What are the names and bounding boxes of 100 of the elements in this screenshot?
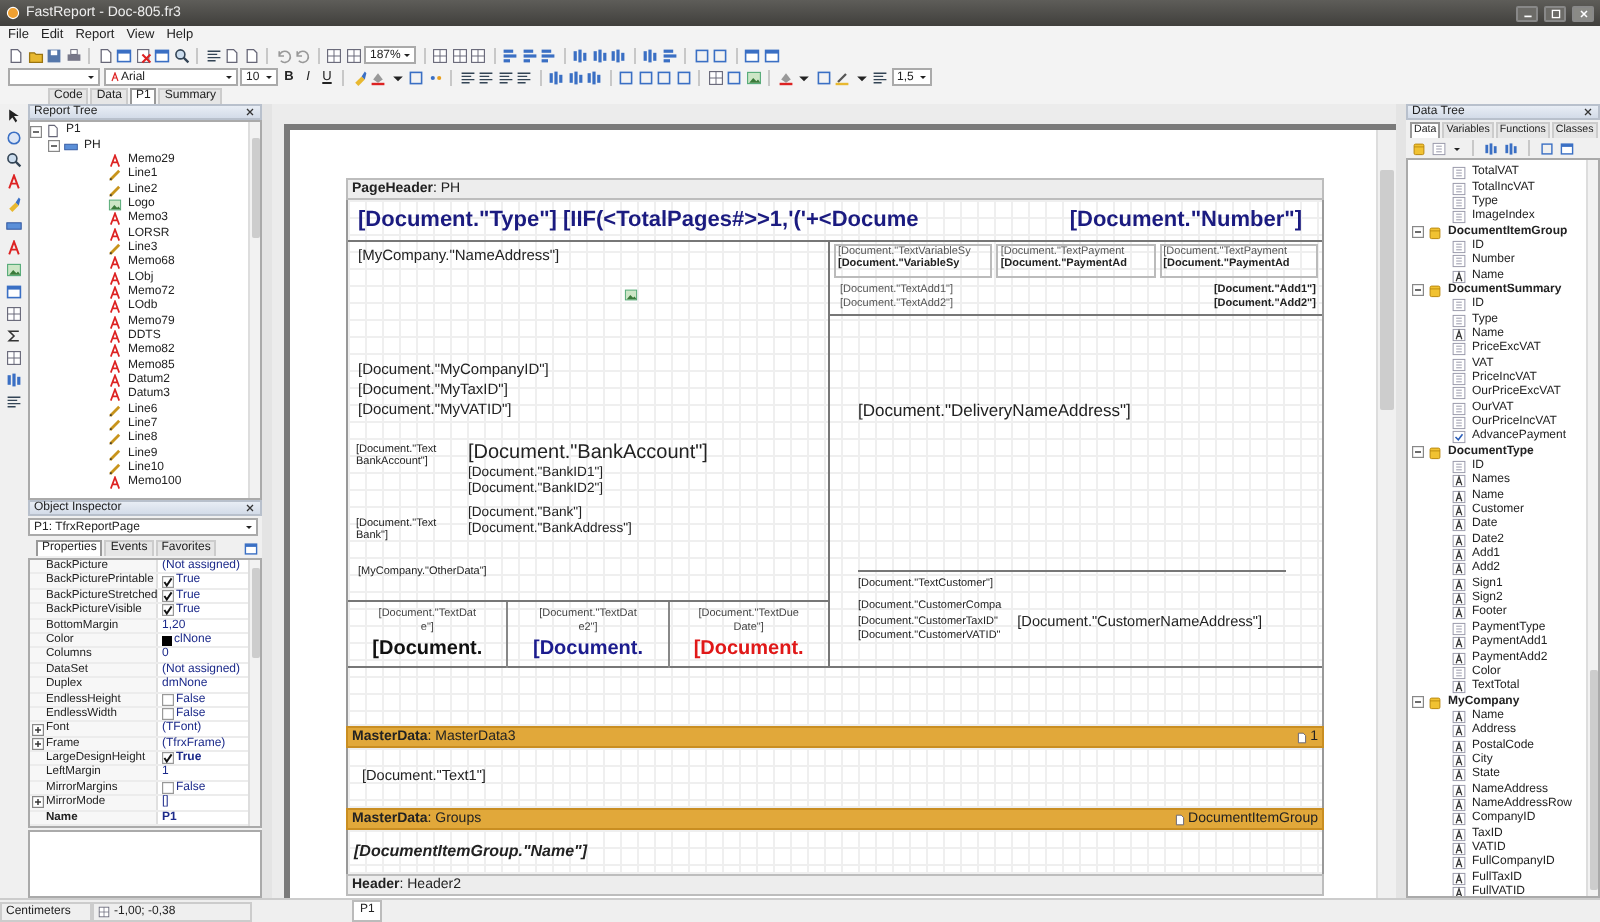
- scrollbar[interactable]: [248, 560, 260, 826]
- picture-icon[interactable]: [6, 262, 22, 278]
- view-icon[interactable]: [1540, 141, 1554, 155]
- scrollbar[interactable]: [1376, 130, 1396, 898]
- database-icon: [1428, 695, 1442, 710]
- collapse-toggle-icon[interactable]: [48, 140, 60, 153]
- align-bottom-icon[interactable]: [586, 69, 602, 85]
- align-center-icon[interactable]: [521, 47, 537, 63]
- minimize-button[interactable]: [1516, 5, 1538, 21]
- zoom-icon[interactable]: [6, 152, 22, 168]
- chart-icon[interactable]: [6, 372, 22, 388]
- bottom-frame-icon[interactable]: [637, 69, 653, 85]
- boolean-field-icon: [1452, 430, 1466, 445]
- align-left-icon[interactable]: [502, 47, 518, 63]
- collapse-toggle-icon[interactable]: [1412, 446, 1424, 459]
- hand-icon[interactable]: [6, 130, 22, 146]
- band-icon[interactable]: [6, 218, 22, 234]
- database-icon[interactable]: [1412, 141, 1426, 155]
- close-icon[interactable]: [244, 106, 256, 118]
- memo-text: [Document."DeliveryNameAddress"]: [858, 402, 1133, 422]
- close-icon[interactable]: [244, 502, 256, 514]
- save-icon[interactable]: [46, 47, 62, 63]
- ungroup-icon[interactable]: [345, 47, 361, 63]
- left-frame-icon[interactable]: [656, 69, 672, 85]
- space-vertically-icon[interactable]: [661, 47, 677, 63]
- field-icon: [1452, 621, 1466, 636]
- preview-icon[interactable]: [173, 47, 189, 63]
- align-right-icon[interactable]: [497, 69, 513, 85]
- frame-color-icon[interactable]: [834, 69, 850, 85]
- collapse-toggle-icon[interactable]: [30, 125, 42, 138]
- checked-checkbox[interactable]: [162, 589, 174, 602]
- text-tool-icon[interactable]: [6, 174, 22, 190]
- checkbox[interactable]: [162, 708, 174, 721]
- expand-toggle-icon[interactable]: [32, 796, 44, 809]
- memo-text: [DocumentItemGroup."Name"]: [354, 841, 587, 861]
- fit-to-grid-icon[interactable]: [451, 47, 467, 63]
- undo-icon[interactable]: [275, 47, 291, 63]
- new-dialog-icon[interactable]: [116, 47, 132, 63]
- band-icon: [64, 139, 78, 154]
- print-icon[interactable]: [65, 47, 81, 63]
- sub-report-icon[interactable]: [6, 284, 22, 300]
- caret-icon[interactable]: [1452, 143, 1462, 153]
- sum-icon[interactable]: [6, 328, 22, 344]
- top-frame-icon[interactable]: [618, 69, 634, 85]
- page-settings-icon[interactable]: [154, 47, 170, 63]
- align-bottom-icon[interactable]: [610, 47, 626, 63]
- right-frame-icon[interactable]: [675, 69, 691, 85]
- close-button[interactable]: [1572, 5, 1594, 21]
- align-top-icon[interactable]: [572, 47, 588, 63]
- text-object-icon: [108, 153, 122, 168]
- text-field-icon: [1452, 680, 1466, 695]
- field-icon: [1452, 460, 1466, 475]
- font-icon: [109, 72, 119, 82]
- frame-color-icon[interactable]: [815, 69, 831, 85]
- database-icon: [1428, 445, 1442, 460]
- expand-toggle-icon[interactable]: [32, 737, 44, 750]
- font-color-icon[interactable]: [370, 69, 386, 85]
- caret-icon: [917, 72, 927, 82]
- maximize-button[interactable]: [1544, 5, 1566, 21]
- delete-page-icon[interactable]: [135, 47, 151, 63]
- pointer-icon[interactable]: [6, 108, 22, 124]
- scrollbar[interactable]: [1586, 160, 1598, 896]
- collapse-toggle-icon[interactable]: [1412, 696, 1424, 709]
- space-horizontally-icon[interactable]: [642, 47, 658, 63]
- checkbox[interactable]: [162, 693, 174, 706]
- field-icon: [1452, 665, 1466, 680]
- checked-checkbox[interactable]: [162, 752, 174, 765]
- text-object-icon[interactable]: [6, 240, 22, 256]
- view-icon[interactable]: [1560, 141, 1574, 155]
- grid-icon[interactable]: [432, 47, 448, 63]
- text-field-icon: [1452, 269, 1466, 284]
- align-center-icon[interactable]: [478, 69, 494, 85]
- checked-checkbox[interactable]: [162, 575, 174, 588]
- align-left-icon[interactable]: [459, 69, 475, 85]
- checked-checkbox[interactable]: [162, 604, 174, 617]
- fill-color-icon[interactable]: [777, 69, 793, 85]
- picture-icon: [108, 197, 122, 212]
- line-icon: [108, 241, 122, 256]
- checkbox[interactable]: [162, 782, 174, 795]
- memo-text: [Document."Type"] [IIF(<TotalPages#>>1,'('+<Docume: [358, 208, 919, 232]
- redo-icon[interactable]: [294, 47, 310, 63]
- expand-toggle-icon[interactable]: [32, 723, 44, 735]
- align-top-icon[interactable]: [548, 69, 564, 85]
- paint-icon[interactable]: [6, 196, 22, 212]
- close-icon[interactable]: [1582, 106, 1594, 118]
- align-middle-icon[interactable]: [591, 47, 607, 63]
- collapse-toggle-icon[interactable]: [1412, 284, 1424, 297]
- grid-align-icon[interactable]: [470, 47, 486, 63]
- align-right-icon[interactable]: [540, 47, 556, 63]
- align-middle-icon[interactable]: [567, 69, 583, 85]
- no-frame-icon[interactable]: [726, 69, 742, 85]
- collapse-toggle-icon[interactable]: [1412, 226, 1424, 239]
- scrollbar[interactable]: [248, 122, 260, 498]
- justify-icon[interactable]: [516, 69, 532, 85]
- frame-style-icon[interactable]: [872, 69, 888, 85]
- all-frames-icon[interactable]: [707, 69, 723, 85]
- table-icon[interactable]: [6, 350, 22, 366]
- cross-tab-icon[interactable]: [6, 306, 22, 322]
- dataset-icon: [1174, 813, 1187, 825]
- group-icon[interactable]: [326, 47, 342, 63]
